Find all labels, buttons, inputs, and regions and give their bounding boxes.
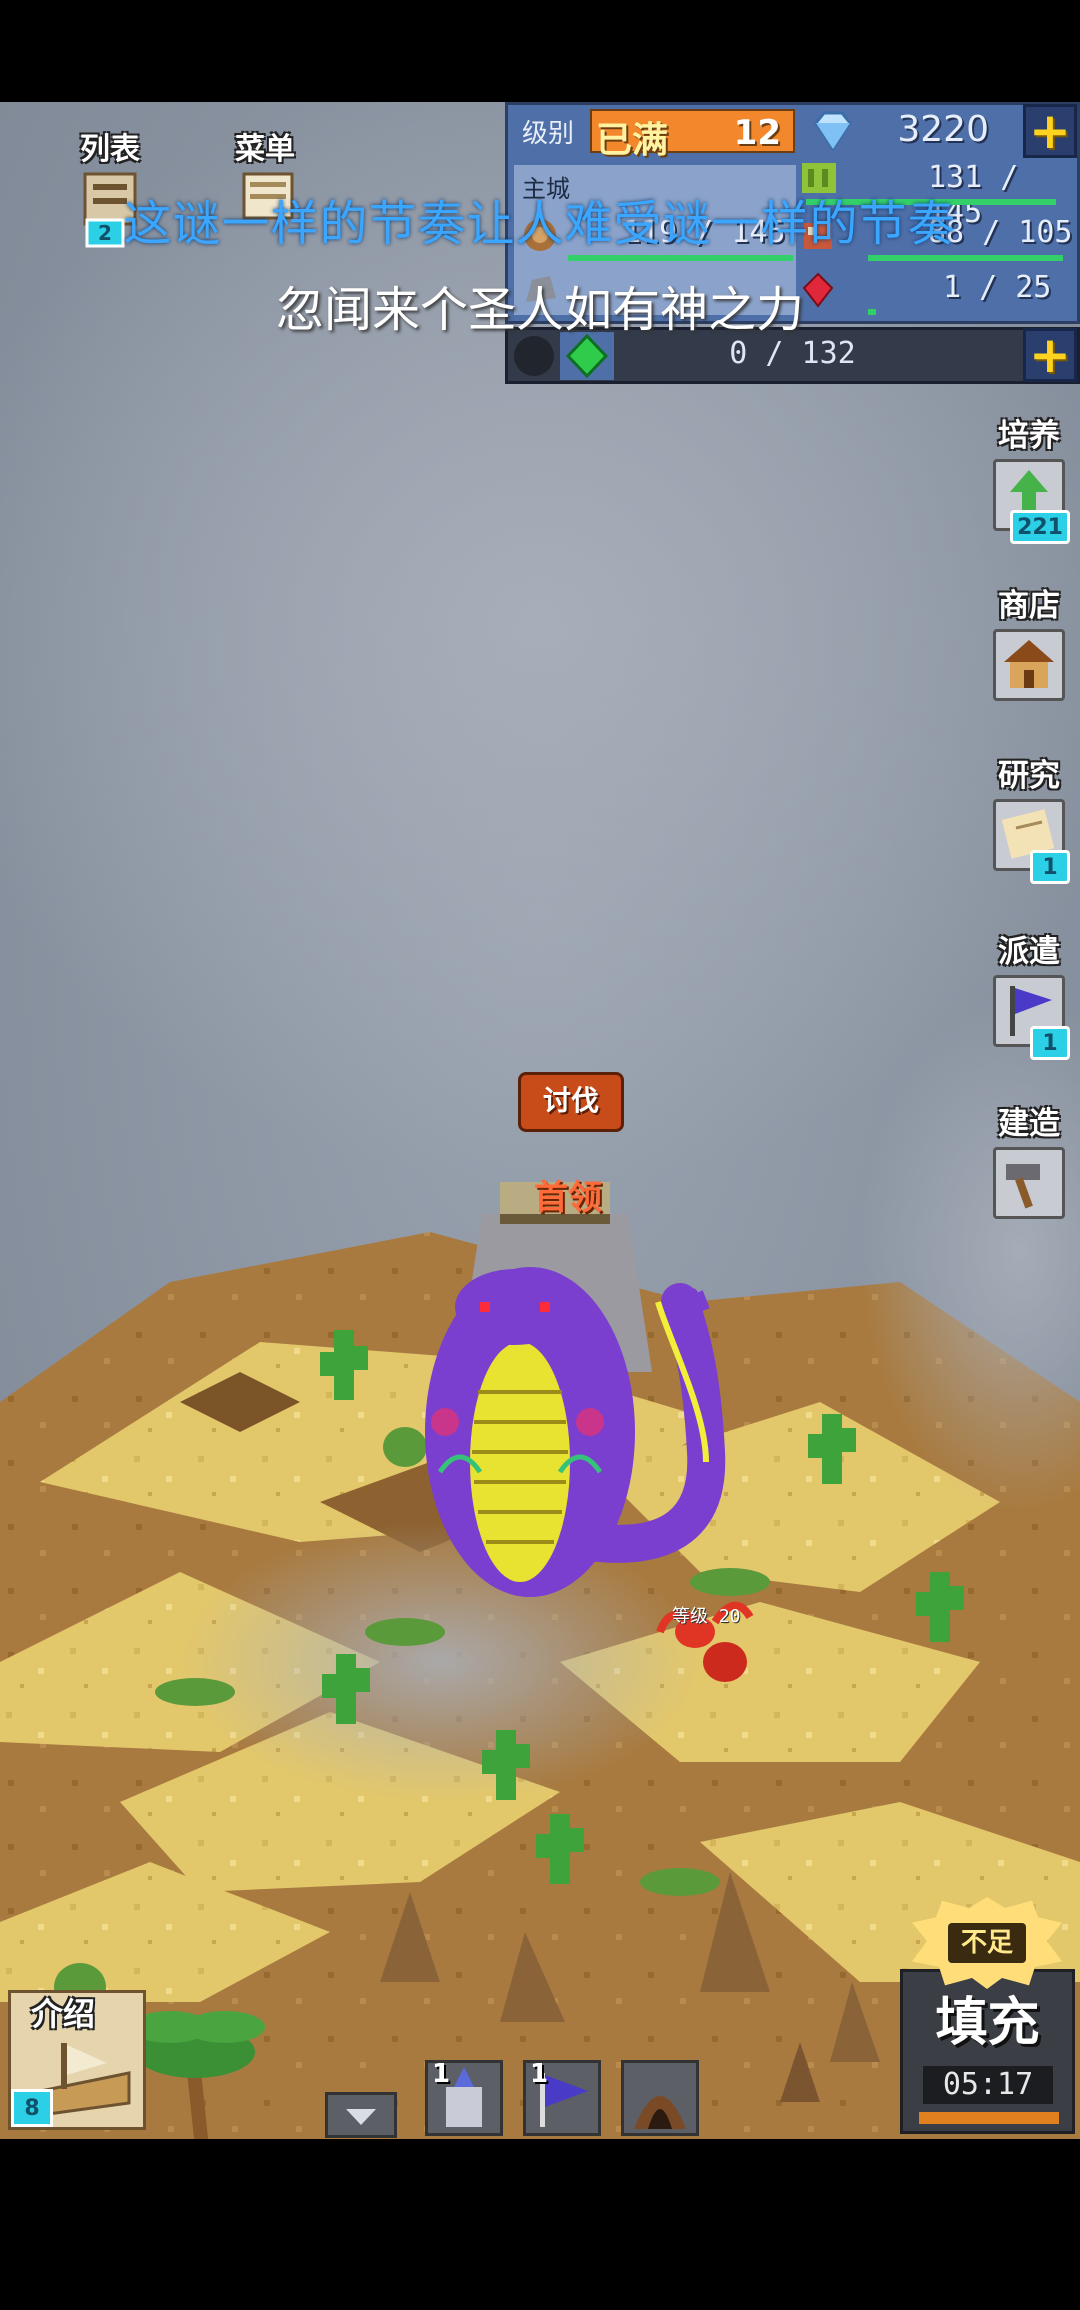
research-label: 研究: [998, 758, 1060, 794]
research-icon: 1: [993, 799, 1070, 884]
cave-icon: [634, 2096, 686, 2129]
gem-count: 3220: [897, 109, 989, 150]
dispatch-badge: 1: [1030, 1026, 1070, 1060]
level-label: 级别: [522, 119, 575, 149]
cave-slot-button[interactable]: [621, 2060, 699, 2136]
side-build-button[interactable]: 建造: [986, 1098, 1072, 1219]
level-status: 已满: [596, 120, 669, 161]
research-badge: 1: [1030, 850, 1070, 884]
game-viewport[interactable]: 级别 已满 12 3220 主城 131 / 145 119 / 145 88 …: [0, 102, 1080, 2139]
flag-icon: 1: [993, 975, 1070, 1060]
attack-label: 讨伐: [542, 1084, 599, 1117]
menu-label: 菜单: [235, 132, 295, 167]
enemy-level-label: 等级 20: [672, 1606, 741, 1627]
refill-tag: 不足: [948, 1923, 1026, 1963]
chevron-down-icon: [346, 2109, 376, 2125]
intro-badge: 8: [11, 2089, 53, 2127]
subtitle-line-1: 这谜一样的节奏让人难受谜一样的节奏: [123, 196, 957, 252]
boss-label: 首领: [534, 1178, 602, 1218]
shop-label: 商店: [998, 588, 1060, 624]
build-label: 建造: [998, 1106, 1060, 1142]
flag-slot-button[interactable]: 1: [523, 2059, 601, 2136]
refill-button[interactable]: 填充 05:17 不足: [900, 1897, 1075, 2137]
resource-2-bar: [568, 255, 793, 261]
intro-label: 介绍: [31, 1995, 96, 2033]
attack-button[interactable]: 讨伐: [518, 1072, 624, 1132]
train-badge: 221: [1010, 510, 1070, 544]
diamond-icon: [814, 111, 852, 151]
experience-value: 0 / 132: [729, 336, 856, 371]
level-bar: 已满 12: [590, 109, 795, 161]
level-row: 级别 已满 12 3220: [508, 105, 1077, 161]
side-train-button[interactable]: 培养 221: [986, 410, 1072, 544]
intro-button[interactable]: 介绍 8: [8, 1990, 146, 2130]
castle-count: 1: [432, 2059, 451, 2089]
collapse-button[interactable]: [325, 2092, 397, 2138]
refill-label: 填充: [935, 1993, 1040, 2053]
side-shop-button[interactable]: 商店: [986, 580, 1072, 701]
list-label: 列表: [80, 132, 140, 167]
train-label: 培养: [998, 418, 1060, 454]
resource-3-bar: [868, 255, 1063, 261]
flag-count: 1: [530, 2059, 549, 2089]
add-gems-button[interactable]: +: [1023, 104, 1077, 158]
refill-progress: [919, 2112, 1059, 2124]
side-research-button[interactable]: 研究 1: [986, 750, 1072, 884]
side-dispatch-button[interactable]: 派遣 1: [986, 926, 1072, 1060]
shop-icon: [993, 629, 1065, 701]
dispatch-label: 派遣: [998, 934, 1060, 970]
level-value: 12: [733, 113, 781, 153]
hammer-icon: [993, 1147, 1065, 1219]
castle-slot-button[interactable]: 1: [425, 2059, 503, 2136]
refill-box: 填充 05:17: [900, 1969, 1075, 2134]
train-icon: 221: [993, 459, 1070, 544]
refill-timer: 05:17: [923, 2066, 1053, 2104]
subtitle-line-2: 忽闻来个圣人如有神之力: [275, 282, 804, 338]
